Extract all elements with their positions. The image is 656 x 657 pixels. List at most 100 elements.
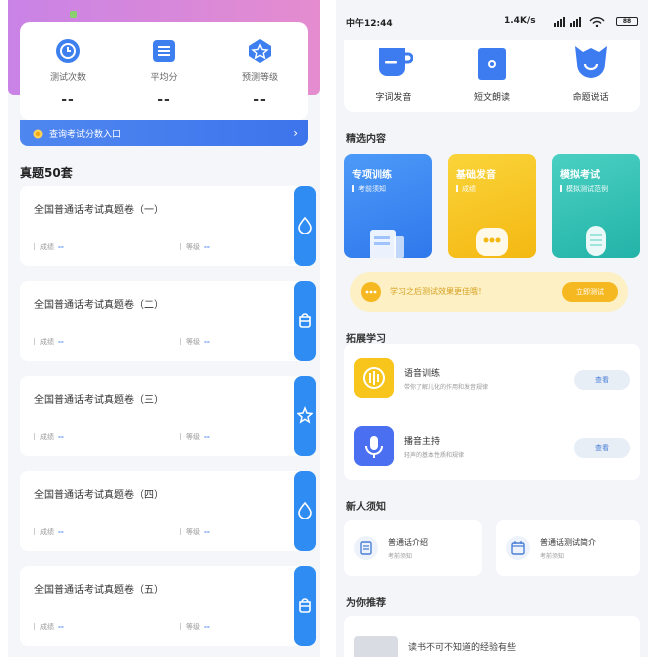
book-icon (477, 48, 506, 80)
test-promo-banner[interactable]: 学习之后测试效果更佳哦！ 立即测试 (350, 272, 628, 312)
robot-icon (476, 228, 508, 256)
document-icon (370, 230, 404, 258)
signal-icon (554, 17, 605, 27)
chat-icon (361, 282, 381, 302)
battery-indicator: 88 (616, 17, 638, 26)
paper-title: 全国普通话考试真题卷（三） (34, 395, 164, 406)
clock-icon (56, 39, 80, 63)
voice-training-icon (354, 358, 394, 398)
section-title: 新人须知 (346, 502, 386, 513)
newbie-item-test-intro[interactable]: 普通话测试简介 考前须知 (496, 520, 640, 576)
paper-card[interactable]: 全国普通话考试真题卷（三） 成绩 -- 等级 -- (20, 376, 316, 456)
paper-title: 全国普通话考试真题卷（二） (34, 300, 164, 311)
shortcut-passage-reading[interactable]: 短文朗读 (452, 40, 532, 112)
paper-tab[interactable] (294, 566, 316, 646)
paper-title: 全国普通话考试真题卷（四） (34, 490, 164, 501)
view-button[interactable]: 查看 (574, 438, 630, 458)
chevron-right-icon: › (293, 126, 298, 140)
microphone-icon (354, 426, 394, 466)
score-field: 成绩 -- (34, 622, 64, 632)
network-speed: 1.4K/s (504, 16, 536, 26)
feature-subtitle: 模拟测试范例 (560, 184, 608, 194)
exam-screen: 测试次数 -- 平均分 -- 预测等级 -- 查询考试分数入口 › 真题50套 (8, 0, 320, 657)
paper-card[interactable]: 全国普通话考试真题卷（四） 成绩 -- 等级 -- (20, 471, 316, 551)
feature-title: 模拟考试 (560, 170, 600, 181)
article-title: 读书不可不知道的经验有些 (408, 643, 517, 653)
section-title: 为你推荐 (346, 598, 386, 609)
list-item[interactable]: 播音主持 轻声的基本性质和规律 查看 (344, 418, 640, 478)
query-score-entry[interactable]: 查询考试分数入口 › (20, 120, 308, 146)
feature-title: 基础发音 (456, 170, 496, 181)
section-title: 拓展学习 (346, 334, 386, 345)
item-title: 播音主持 (404, 437, 441, 447)
section-title: 精选内容 (346, 134, 386, 145)
stats-card: 测试次数 -- 平均分 -- 预测等级 -- (20, 22, 308, 120)
paper-title: 全国普通话考试真题卷（五） (34, 585, 164, 596)
medal-icon (33, 129, 43, 139)
paper-tab[interactable] (294, 186, 316, 266)
list-item[interactable]: 语音训练 带你了解儿化的作用和发音规律 查看 (344, 350, 640, 410)
shortcut-label: 命题说话 (572, 93, 609, 103)
feature-title: 专项训练 (352, 170, 392, 181)
feature-subtitle: 成绩 (456, 184, 476, 194)
banner-text: 学习之后测试效果更佳哦！ (390, 287, 486, 296)
status-time: 中午12:44 (346, 19, 393, 29)
notification-icon (70, 11, 77, 18)
stat-label: 平均分 (150, 73, 178, 83)
shortcut-word-pronunciation[interactable]: 字词发音 (353, 40, 433, 112)
microphone-icon (586, 226, 606, 256)
shortcut-label: 短文朗读 (473, 93, 510, 103)
smile-icon (574, 46, 607, 78)
level-field: 等级 -- (180, 432, 210, 442)
level-field: 等级 -- (180, 527, 210, 537)
bag-icon (299, 313, 311, 328)
bag-icon (299, 598, 311, 613)
stat-label: 测试次数 (49, 73, 86, 83)
stat-value: -- (157, 92, 171, 108)
paper-card[interactable]: 全国普通话考试真题卷（五） 成绩 -- 等级 -- (20, 566, 316, 646)
paper-tab[interactable] (294, 376, 316, 456)
feature-subtitle: 考前须知 (352, 184, 386, 194)
paper-tab[interactable] (294, 281, 316, 361)
level-field: 等级 -- (180, 337, 210, 347)
practice-shortcuts: 字词发音 短文朗读 命题说话 (344, 40, 640, 112)
feature-special-training[interactable]: 专项训练 考前须知 (344, 154, 432, 258)
item-subtitle: 带你了解儿化的作用和发音规律 (404, 384, 489, 391)
score-field: 成绩 -- (34, 432, 64, 442)
stat-value: -- (253, 92, 267, 108)
paper-card[interactable]: 全国普通话考试真题卷（一） 成绩 -- 等级 -- (20, 186, 316, 266)
home-screen: 中午12:44 1.4K/s 88 字词发音 短文朗读 命题说话 精选内容 专项… (336, 0, 648, 657)
star-icon (249, 39, 271, 63)
document-icon (354, 536, 378, 560)
section-title: 真题50套 (20, 166, 73, 180)
calendar-icon (506, 536, 530, 560)
item-subtitle: 轻声的基本性质和规律 (404, 452, 465, 459)
status-bar (18, 3, 308, 18)
query-label: 查询考试分数入口 (49, 129, 122, 140)
stat-value: -- (61, 92, 75, 108)
stat-average-score[interactable]: 平均分 -- (124, 38, 204, 120)
item-subtitle: 考前须知 (388, 553, 413, 560)
level-field: 等级 -- (180, 622, 210, 632)
extended-learning-list: 语音训练 带你了解儿化的作用和发音规律 查看 播音主持 轻声的基本性质和规律 查… (344, 344, 640, 480)
star-icon (297, 406, 313, 424)
newbie-item-intro[interactable]: 普通话介绍 考前须知 (344, 520, 482, 576)
item-title: 普通话测试简介 (540, 538, 596, 547)
feature-mock-exam[interactable]: 模拟考试 模拟测试范例 (552, 154, 640, 258)
paper-tab[interactable] (294, 471, 316, 551)
view-button[interactable]: 查看 (574, 370, 630, 390)
recommend-item[interactable]: 读书不可不知道的经验有些 (344, 616, 640, 657)
drop-icon (298, 501, 312, 519)
score-field: 成绩 -- (34, 527, 64, 537)
shortcut-topic-speaking[interactable]: 命题说话 (551, 40, 631, 112)
feature-basic-pronunciation[interactable]: 基础发音 成绩 (448, 154, 536, 258)
stat-label: 预测等级 (241, 73, 278, 83)
status-bar: 中午12:44 1.4K/s 88 (346, 16, 638, 30)
stat-predicted-level[interactable]: 预测等级 -- (220, 38, 300, 120)
paper-title: 全国普通话考试真题卷（一） (34, 205, 164, 216)
item-title: 普通话介绍 (388, 538, 428, 547)
item-title: 语音训练 (404, 369, 441, 379)
test-now-button[interactable]: 立即测试 (562, 282, 618, 302)
paper-card[interactable]: 全国普通话考试真题卷（二） 成绩 -- 等级 -- (20, 281, 316, 361)
stat-test-count[interactable]: 测试次数 -- (28, 38, 108, 120)
